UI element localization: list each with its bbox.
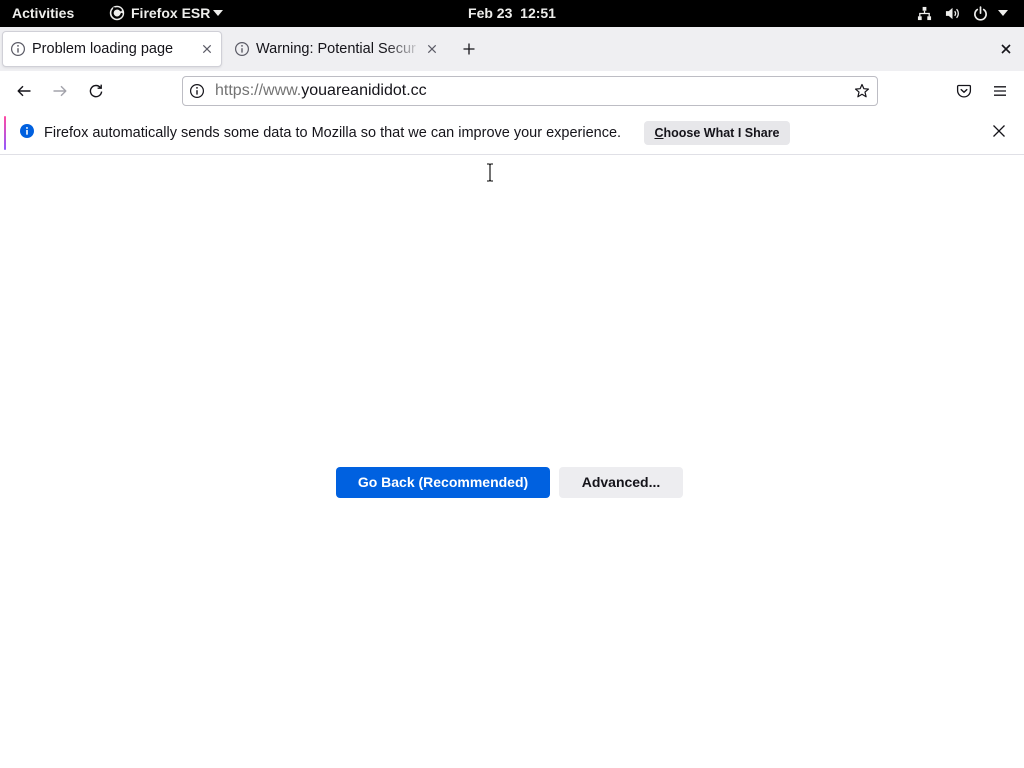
text-cursor-icon: [485, 162, 495, 183]
reload-icon[interactable]: [88, 83, 104, 99]
url-bar[interactable]: https://www.youareanididot.cc: [182, 76, 878, 106]
network-wired-icon[interactable]: [917, 6, 932, 21]
advanced-button[interactable]: Advanced...: [559, 467, 683, 498]
close-tab-icon[interactable]: [199, 41, 215, 57]
chevron-down-icon[interactable]: [213, 10, 223, 16]
tab-title: Warning: Potential Secur: [256, 41, 416, 57]
clock[interactable]: Feb 23 12:51: [412, 0, 612, 27]
go-back-recommended-button[interactable]: Go Back (Recommended): [336, 467, 550, 498]
system-menu-chevron-down-icon[interactable]: [998, 10, 1008, 16]
url-host: youareanididot.cc: [301, 82, 427, 99]
tab-strip: Problem loading page Warning: Potential …: [0, 27, 1024, 71]
app-menu-button[interactable]: Firefox ESR: [131, 0, 210, 27]
notification-highlight-stripe: [4, 116, 6, 150]
tab-warning-potential-security[interactable]: Warning: Potential Secur: [226, 31, 446, 67]
firefox-icon: [109, 5, 125, 21]
notification-close-icon[interactable]: [991, 123, 1007, 139]
forward-arrow-icon[interactable]: [52, 83, 68, 99]
info-icon: [10, 41, 26, 57]
new-tab-plus-icon[interactable]: [461, 41, 477, 57]
url-scheme: https://www.: [215, 82, 302, 99]
pocket-icon[interactable]: [956, 83, 972, 99]
back-arrow-icon[interactable]: [16, 83, 32, 99]
system-top-bar: Activities Firefox ESR Feb 23 12:51: [0, 0, 1024, 27]
url-text[interactable]: https://www.youareanididot.cc: [215, 77, 427, 105]
data-reporting-notification: Firefox automatically sends some data to…: [0, 113, 1024, 155]
navigation-toolbar: https://www.youareanididot.cc: [0, 71, 1024, 113]
close-tab-icon[interactable]: [424, 41, 440, 57]
tab-title: Problem loading page: [32, 41, 174, 57]
volume-icon[interactable]: [945, 6, 960, 21]
tab-problem-loading-page[interactable]: Problem loading page: [2, 31, 222, 67]
star-icon[interactable]: [854, 83, 870, 99]
choose-what-i-share-button[interactable]: Choose What I Share: [644, 121, 790, 145]
notification-message: Firefox automatically sends some data to…: [44, 125, 622, 141]
power-icon[interactable]: [973, 6, 988, 21]
site-info-icon[interactable]: [189, 83, 205, 99]
window-close-icon[interactable]: [998, 41, 1014, 57]
notification-info-icon: [20, 124, 34, 138]
info-icon: [234, 41, 250, 57]
choose-what-i-share-label: Choose What I Share: [654, 126, 780, 140]
activities-button[interactable]: Activities: [12, 0, 74, 27]
hamburger-menu-icon[interactable]: [992, 83, 1008, 99]
